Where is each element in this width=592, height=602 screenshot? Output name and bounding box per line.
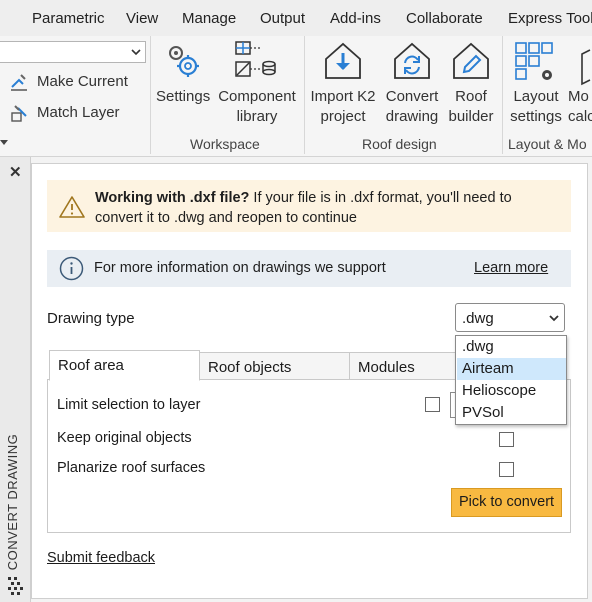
keep-original-checkbox[interactable] (499, 432, 514, 447)
option-dwg[interactable]: .dwg (457, 336, 566, 358)
layer-dropdown[interactable] (0, 41, 146, 63)
roof-builder-button[interactable]: Roof builder (446, 87, 496, 127)
submit-feedback-link[interactable]: Submit feedback (47, 550, 155, 566)
menu-collaborate[interactable]: Collaborate (406, 10, 483, 27)
option-airteam[interactable]: Airteam (457, 358, 566, 380)
limit-selection-checkbox[interactable] (425, 397, 440, 412)
layout-settings-button[interactable]: Layout settings (506, 87, 566, 127)
info-icon (59, 256, 84, 281)
grip-icon[interactable] (8, 577, 24, 597)
more-calc-icon (581, 49, 591, 86)
option-pvsol[interactable]: PVSol (457, 402, 566, 424)
warning-icon (59, 196, 85, 218)
roof-design-group-label: Roof design (362, 136, 437, 152)
planarize-label: Planarize roof surfaces (57, 460, 206, 476)
drawing-type-select[interactable]: .dwg (455, 303, 565, 332)
more-calc-button[interactable]: Mo calc (568, 87, 592, 127)
make-current-button[interactable]: Make Current (37, 72, 128, 92)
dxf-warning-banner: Working with .dxf file? If your file is … (47, 180, 571, 232)
import-k2-project-button[interactable]: Import K2 project (308, 87, 378, 127)
limit-selection-label: Limit selection to layer (57, 397, 201, 413)
settings-button[interactable]: Settings (156, 87, 210, 107)
learn-more-link[interactable]: Learn more (474, 260, 548, 276)
menu-add-ins[interactable]: Add-ins (330, 10, 381, 27)
menu-bar: Parametric View Manage Output Add-ins Co… (0, 0, 592, 37)
menu-manage[interactable]: Manage (182, 10, 236, 27)
menu-output[interactable]: Output (260, 10, 305, 27)
make-current-icon (11, 74, 27, 91)
convert-drawing-panel: Working with .dxf file? If your file is … (31, 163, 588, 599)
tab-roof-area[interactable]: Roof area (49, 350, 200, 381)
workspace-group-label: Workspace (190, 136, 260, 152)
import-k2-house-icon (325, 42, 361, 79)
caret-down-icon[interactable] (0, 140, 8, 146)
chevron-down-icon (549, 315, 559, 322)
drawing-type-selected-value: .dwg (462, 310, 494, 327)
drawing-type-label: Drawing type (47, 310, 135, 327)
keep-original-label: Keep original objects (57, 430, 192, 446)
tab-roof-objects[interactable]: Roof objects (199, 352, 350, 380)
convert-drawing-house-icon (394, 42, 430, 79)
settings-gear-icon (169, 46, 199, 77)
menu-express-tools[interactable]: Express Tools (508, 10, 592, 27)
palette-vertical-title: CONVERT DRAWING (5, 433, 20, 571)
option-helioscope[interactable]: Helioscope (457, 380, 566, 402)
roof-builder-house-icon (453, 42, 489, 79)
convert-drawing-button[interactable]: Convert drawing (382, 87, 442, 127)
component-library-icon (235, 41, 276, 77)
drawing-type-options-list: .dwg Airteam Helioscope PVSol (455, 335, 567, 425)
warning-text: Working with .dxf file? If your file is … (95, 190, 512, 226)
info-banner: For more information on drawings we supp… (47, 250, 571, 287)
menu-view[interactable]: View (126, 10, 158, 27)
menu-parametric[interactable]: Parametric (32, 10, 105, 27)
pick-to-convert-button[interactable]: Pick to convert (451, 488, 562, 517)
chevron-down-icon (131, 49, 141, 56)
match-layer-button[interactable]: Match Layer (37, 103, 120, 123)
match-layer-icon (11, 105, 27, 122)
layout-settings-icon (515, 42, 553, 80)
component-library-button[interactable]: Component library (216, 87, 298, 127)
info-text: For more information on drawings we supp… (94, 260, 386, 276)
layout-group-label: Layout & Mo (508, 136, 587, 152)
close-icon[interactable]: ✕ (9, 163, 22, 181)
ribbon: Make Current Match Layer Settings Compon… (0, 36, 592, 157)
planarize-checkbox[interactable] (499, 462, 514, 477)
palette-title-bar[interactable]: ✕ CONVERT DRAWING (0, 157, 31, 602)
